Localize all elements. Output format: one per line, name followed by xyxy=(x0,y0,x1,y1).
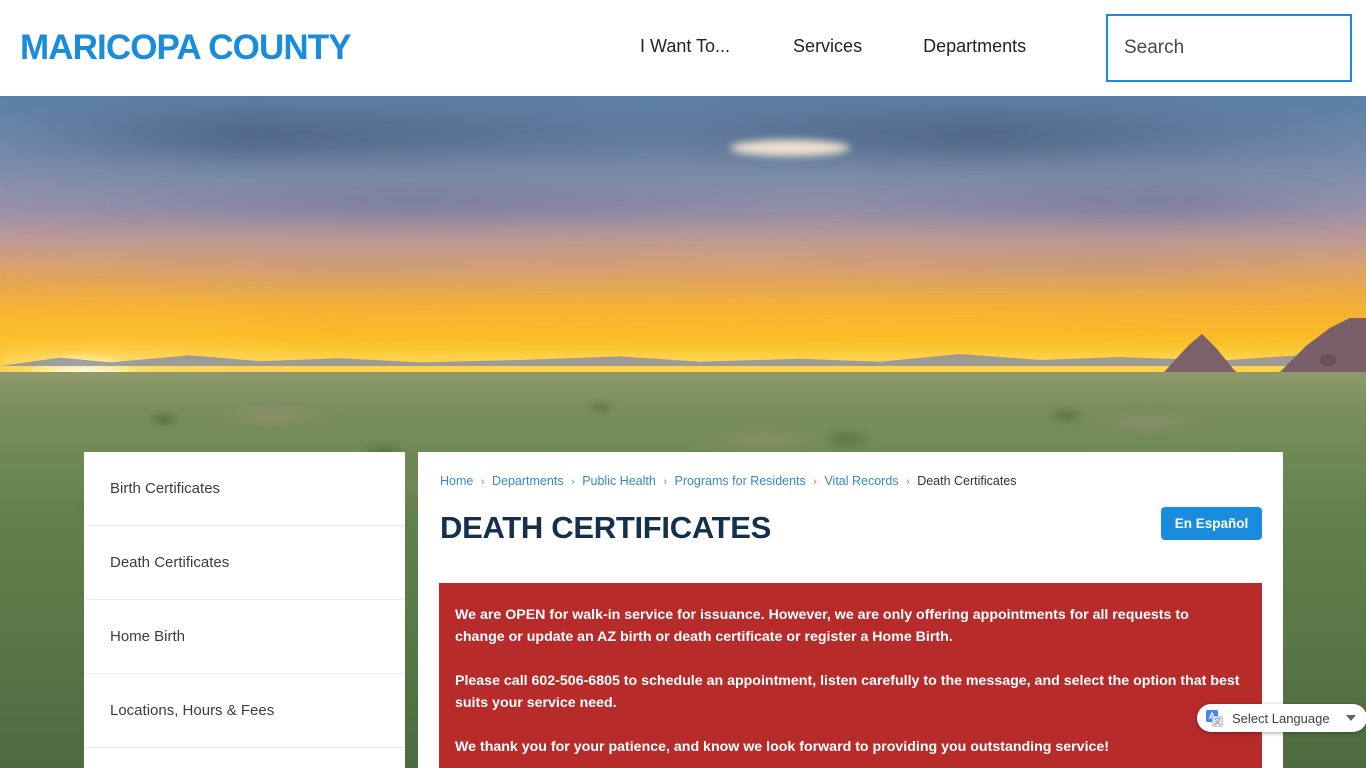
sidebar-item-death-certificates[interactable]: Death Certificates xyxy=(84,526,405,600)
hero-cloud-band xyxy=(0,114,1366,160)
hero-small-cloud xyxy=(730,140,850,156)
sidebar-item-label: Birth Certificates xyxy=(110,480,221,497)
sidebar-item-label: Home Birth xyxy=(110,628,186,645)
search-box xyxy=(1106,14,1366,82)
breadcrumb-link-programs-for-residents[interactable]: Programs for Residents xyxy=(674,474,805,488)
en-espanol-button[interactable]: En Español xyxy=(1161,507,1262,540)
hero-cloud-band xyxy=(0,246,1366,280)
alert-banner: We are OPEN for walk-in service for issu… xyxy=(439,583,1262,768)
sidebar-item-home-birth[interactable]: Home Birth xyxy=(84,600,405,674)
google-translate-widget[interactable]: A 文 Select Language xyxy=(1197,704,1366,732)
alert-paragraph: Please call 602-506-6805 to schedule an … xyxy=(455,673,1240,711)
search-input[interactable] xyxy=(1108,16,1366,80)
breadcrumb-link-vital-records[interactable]: Vital Records xyxy=(824,474,898,488)
breadcrumb-separator: › xyxy=(906,476,910,488)
sidebar-item-locations-hours-fees[interactable]: Locations, Hours & Fees xyxy=(84,674,405,748)
nav-item-i-want-to[interactable]: I Want To... xyxy=(640,34,730,59)
sidebar-item-label: Death Certificates xyxy=(110,554,230,571)
main-navigation: I Want To... Services Departments xyxy=(640,34,1026,59)
breadcrumb-separator: › xyxy=(813,476,817,488)
chevron-down-icon xyxy=(1345,715,1356,721)
breadcrumb-separator: › xyxy=(480,476,485,488)
section-sidebar: Birth Certificates Death Certificates Ho… xyxy=(84,452,405,768)
translate-selected-language: Select Language xyxy=(1232,710,1330,726)
site-logo[interactable]: MARICOPA COUNTY xyxy=(20,28,352,68)
hero-cloud-band xyxy=(0,188,1366,218)
alert-paragraph: We thank you for your patience, and know… xyxy=(455,739,1110,755)
breadcrumb-link-public-health[interactable]: Public Health xyxy=(582,474,656,488)
breadcrumb-current: Death Certificates xyxy=(917,474,1017,488)
breadcrumb: Home › Departments › Public Health › Pro… xyxy=(440,474,1017,488)
page-title: DEATH CERTIFICATES xyxy=(440,510,771,545)
breadcrumb-separator: › xyxy=(663,476,667,488)
breadcrumb-link-departments[interactable]: Departments xyxy=(492,474,564,488)
breadcrumb-separator: › xyxy=(571,476,575,488)
google-translate-icon: A 文 xyxy=(1206,709,1223,727)
breadcrumb-link-home[interactable]: Home xyxy=(440,474,473,488)
alert-paragraph: We are OPEN for walk-in service for issu… xyxy=(455,607,1189,645)
nav-item-services[interactable]: Services xyxy=(793,34,862,59)
site-header: MARICOPA COUNTY I Want To... Services De… xyxy=(0,0,1366,96)
sidebar-item-label: Locations, Hours & Fees xyxy=(110,702,275,719)
main-content-card: Home › Departments › Public Health › Pro… xyxy=(418,452,1283,768)
sidebar-item-next[interactable] xyxy=(84,748,405,768)
sidebar-item-birth-certificates[interactable]: Birth Certificates xyxy=(84,452,405,526)
nav-item-departments[interactable]: Departments xyxy=(923,34,1026,59)
